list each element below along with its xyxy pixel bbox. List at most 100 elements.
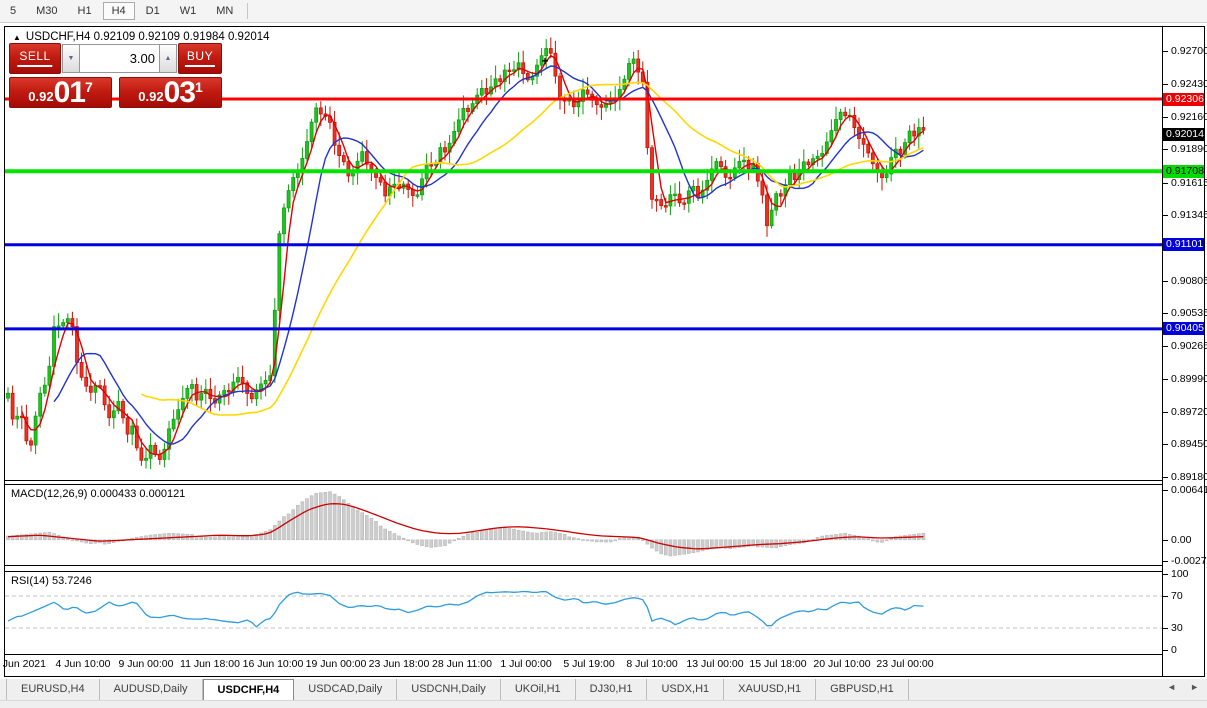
price-level-badge: 0.90405	[1163, 322, 1204, 335]
macd-histogram-bar	[172, 533, 175, 539]
macd-histogram-bar	[522, 531, 525, 540]
candle	[812, 154, 815, 170]
macd-histogram-bar	[163, 534, 166, 540]
candle	[660, 194, 663, 210]
bear-candle-body	[559, 76, 562, 99]
macd-histogram-bar	[333, 494, 336, 540]
chart-tab-eurusd[interactable]: EURUSD,H4	[6, 679, 100, 700]
candle	[563, 95, 566, 114]
bull-candle-body	[287, 191, 290, 208]
bear-candle-body	[20, 416, 23, 418]
chart-tab-usdchf[interactable]: USDCHF,H4	[203, 679, 295, 700]
chart-tab-gbpusd[interactable]: GBPUSD,H1	[816, 679, 909, 700]
macd-histogram-bar	[674, 540, 677, 556]
candle	[848, 109, 851, 121]
candle	[352, 166, 355, 185]
candle	[264, 371, 267, 396]
bull-candle-body	[237, 377, 240, 382]
collapse-panel-icon[interactable]: ▲	[13, 33, 21, 42]
buy-price-display[interactable]: 0.92 03 1	[119, 77, 222, 108]
timeframe-button-w1[interactable]: W1	[171, 2, 206, 20]
bull-candle-body	[94, 386, 97, 393]
timeframe-button-h1[interactable]: H1	[69, 2, 101, 20]
candle	[20, 405, 23, 429]
timeframe-button-5[interactable]: 5	[1, 2, 25, 20]
bear-candle-body	[554, 53, 557, 76]
timeframe-button-d1[interactable]: D1	[137, 2, 169, 20]
y-axis-tick	[1162, 281, 1168, 282]
volume-input[interactable]: 3.00	[80, 44, 159, 73]
x-axis-label: 16 Jun 10:00	[243, 658, 304, 670]
candle	[292, 170, 295, 198]
bear-candle-body	[384, 182, 387, 196]
bull-candle-body	[494, 79, 497, 87]
macd-histogram-bar	[513, 529, 516, 539]
candle	[342, 152, 345, 166]
x-axis-label: 4 Jun 10:00	[56, 658, 111, 670]
y-axis-tick	[1162, 84, 1168, 85]
macd-histogram-bar	[559, 533, 562, 539]
candle	[255, 384, 258, 406]
bull-candle-body	[352, 173, 355, 176]
macd-histogram-bar	[66, 539, 69, 540]
bear-candle-body	[430, 165, 433, 167]
buy-button-top[interactable]: BUY	[178, 43, 222, 74]
candle	[195, 378, 198, 405]
y-axis-tick-label: 0.90265	[1171, 340, 1207, 352]
bear-candle-body	[844, 112, 847, 116]
macd-histogram-bar	[434, 540, 437, 547]
chart-tab-usdx[interactable]: USDX,H1	[647, 679, 724, 700]
bear-candle-body	[720, 162, 723, 167]
spinner-down-icon: ▼	[68, 55, 75, 62]
bear-candle-body	[140, 448, 143, 460]
timeframe-button-mn[interactable]: MN	[207, 2, 242, 20]
macd-axis-label: -0.002726	[1171, 555, 1207, 567]
y-axis-tick-label: 0.89180	[1171, 471, 1207, 483]
chart-tab-audusd[interactable]: AUDUSD,Daily	[100, 679, 203, 700]
y-axis-tick-label: 0.92700	[1171, 45, 1207, 57]
chart-tab-usdcad[interactable]: USDCAD,Daily	[294, 679, 397, 700]
macd-histogram-bar	[329, 492, 332, 540]
candle	[678, 181, 681, 206]
y-axis-tick-label: 0.90535	[1171, 307, 1207, 319]
timeframe-button-h4[interactable]: H4	[103, 2, 135, 20]
candle	[7, 387, 10, 402]
volume-spinner: ▼ 3.00 ▲	[62, 44, 177, 73]
volume-increase-button[interactable]: ▲	[159, 44, 177, 73]
x-axis-label: 11 Jun 18:00	[180, 658, 240, 670]
buy-price-prefix: 0.92	[138, 89, 163, 104]
bear-candle-body	[80, 362, 83, 377]
chart-tab-xauusd[interactable]: XAUUSD,H1	[724, 679, 816, 700]
macd-histogram-bar	[540, 532, 543, 539]
bull-candle-body	[669, 195, 672, 206]
sell-price-display[interactable]: 0.92 01 7	[9, 77, 112, 108]
candle	[669, 185, 672, 215]
chart-tab-dj30[interactable]: DJ30,H1	[576, 679, 648, 700]
bear-candle-body	[89, 386, 92, 392]
bear-candle-body	[508, 70, 511, 72]
x-axis-label: 20 Jul 10:00	[813, 658, 870, 670]
bull-candle-body	[457, 120, 460, 132]
bear-candle-body	[807, 162, 810, 165]
sell-button-top[interactable]: SELL	[9, 43, 61, 74]
candle	[807, 159, 810, 168]
macd-histogram-bar	[582, 539, 585, 540]
bull-candle-body	[292, 178, 295, 191]
timeframe-button-m30[interactable]: M30	[27, 2, 66, 20]
macd-axis-label: 0.006413	[1171, 484, 1207, 496]
x-axis-label: 23 Jul 00:00	[876, 658, 933, 670]
macd-histogram-bar	[338, 497, 341, 540]
volume-decrease-button[interactable]: ▼	[62, 44, 80, 73]
tab-scroll-right-icon[interactable]: ►	[1190, 682, 1199, 692]
chart-tab-usdcnh[interactable]: USDCNH,Daily	[397, 679, 501, 700]
tab-scroll-left-icon[interactable]: ◄	[1167, 682, 1176, 692]
macd-histogram-bar	[347, 503, 350, 539]
macd-histogram-bar	[595, 540, 598, 542]
bull-candle-body	[306, 142, 309, 159]
candle	[177, 399, 180, 425]
macd-histogram-bar	[563, 534, 566, 540]
macd-histogram-bar	[430, 540, 433, 548]
y-axis-tick-label: 0.92430	[1171, 78, 1207, 90]
chart-tab-ukoil[interactable]: UKOil,H1	[501, 679, 576, 700]
candle	[421, 169, 424, 200]
